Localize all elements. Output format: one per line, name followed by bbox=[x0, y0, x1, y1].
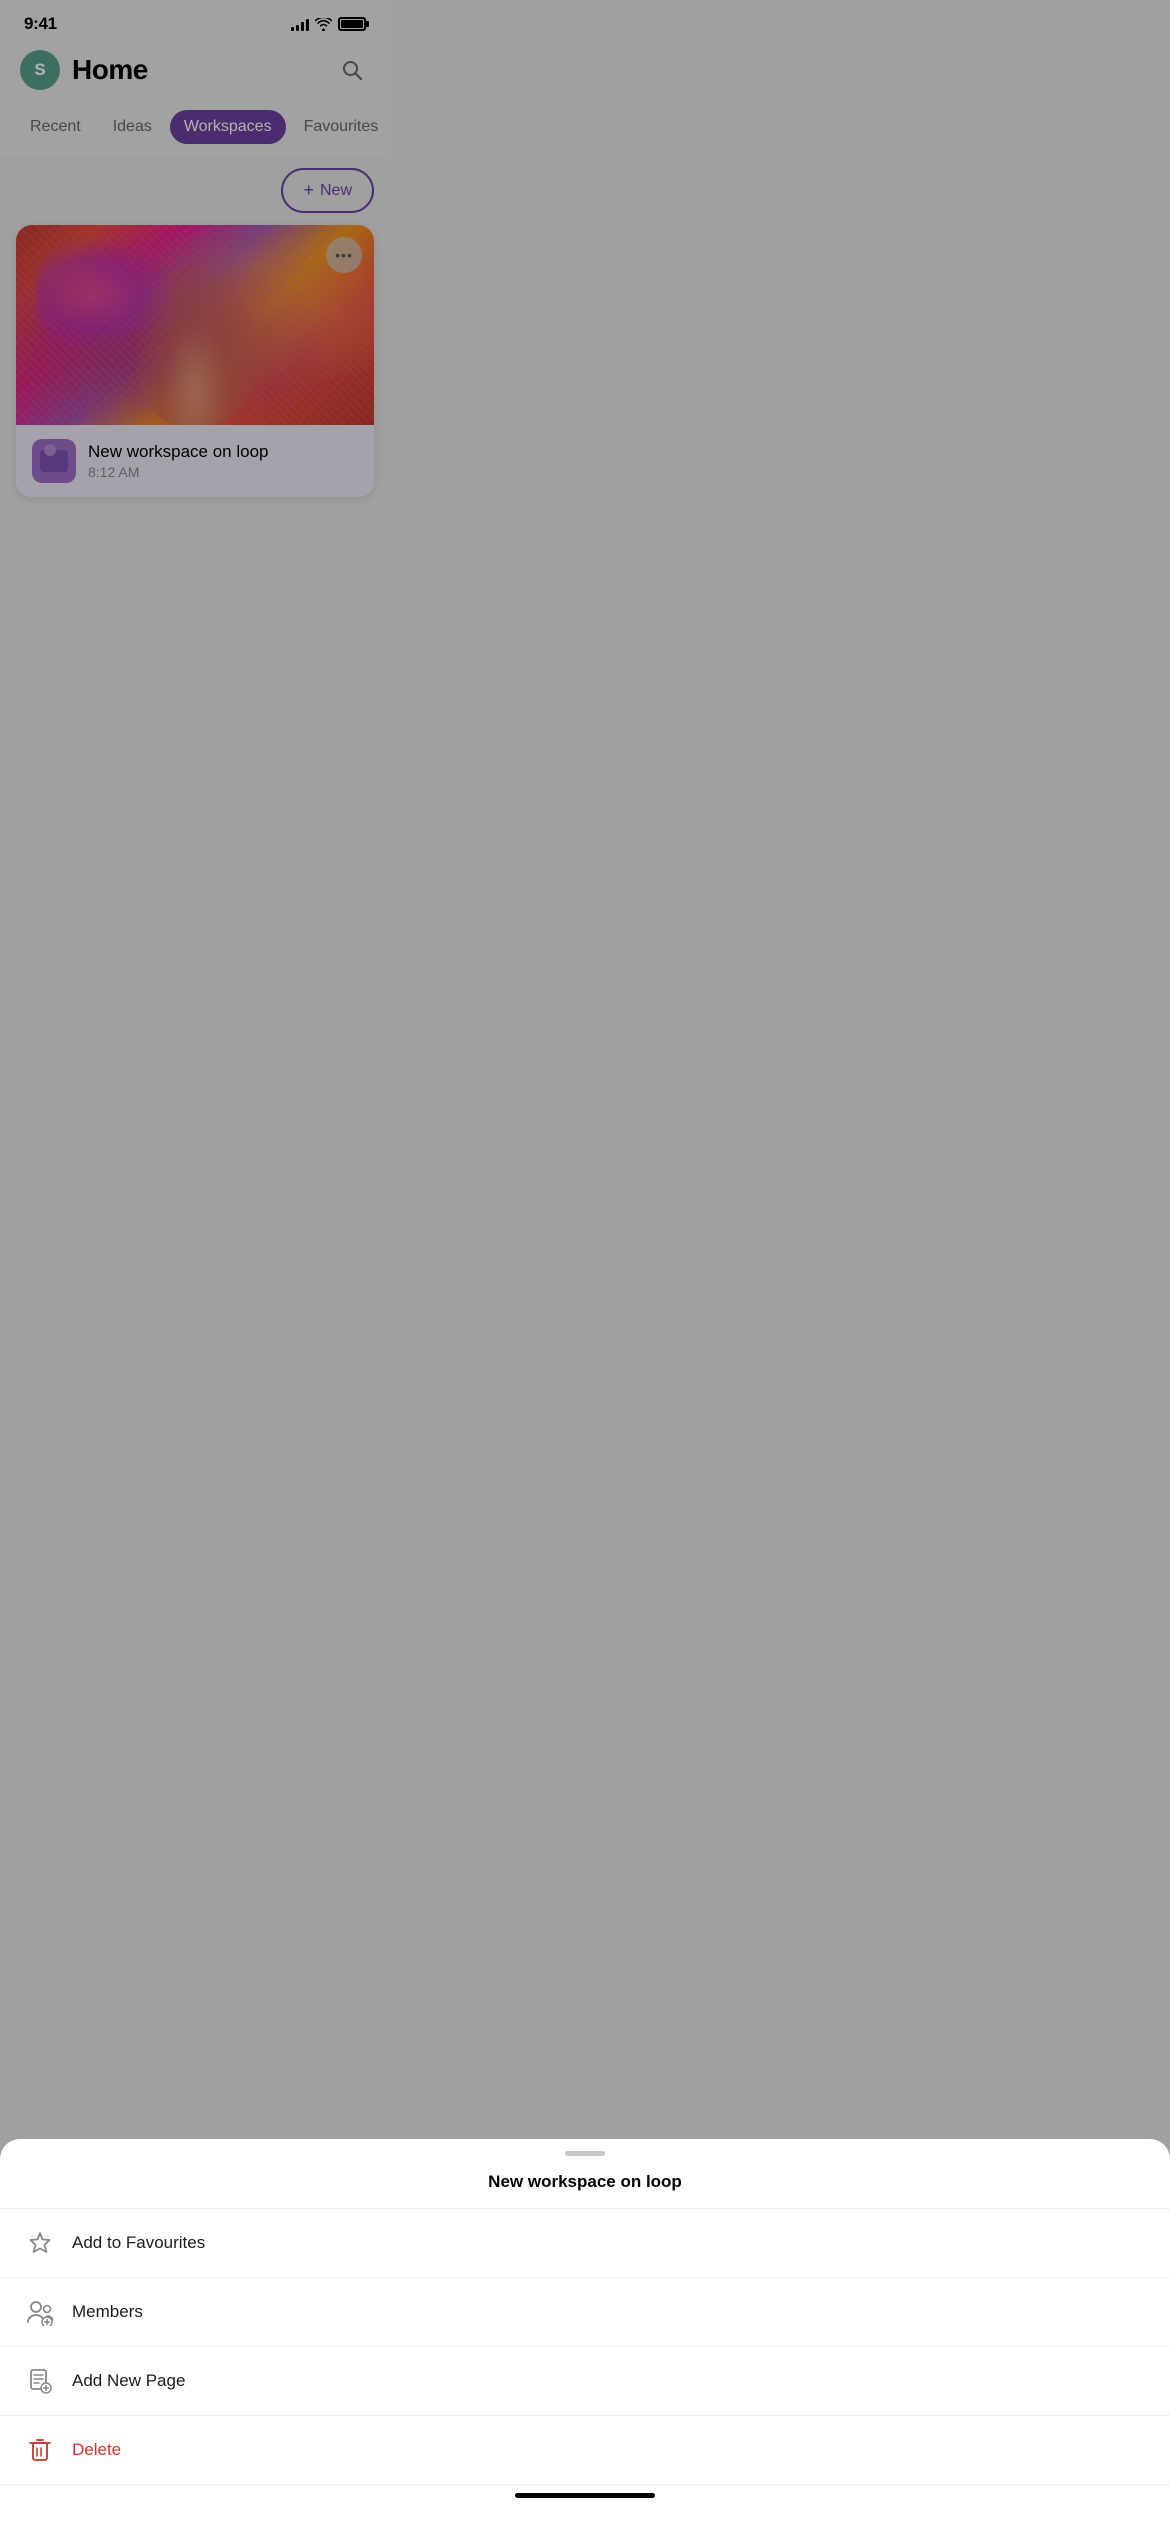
menu-item-members[interactable]: Members bbox=[0, 2278, 1170, 2347]
delete-label: Delete bbox=[72, 2440, 121, 2460]
members-icon bbox=[24, 2296, 56, 2328]
add-page-icon bbox=[24, 2365, 56, 2397]
sheet-handle bbox=[565, 2151, 605, 2156]
trash-icon bbox=[24, 2434, 56, 2466]
members-label: Members bbox=[72, 2302, 143, 2322]
favourites-label: Add to Favourites bbox=[72, 2233, 205, 2253]
bottom-sheet: New workspace on loop Add to Favourites … bbox=[0, 2139, 1170, 2532]
sheet-title: New workspace on loop bbox=[0, 2160, 1170, 2209]
menu-item-favourites[interactable]: Add to Favourites bbox=[0, 2209, 1170, 2278]
add-page-label: Add New Page bbox=[72, 2371, 185, 2391]
home-indicator bbox=[515, 2493, 655, 2498]
menu-item-delete[interactable]: Delete bbox=[0, 2416, 1170, 2485]
menu-item-add-page[interactable]: Add New Page bbox=[0, 2347, 1170, 2416]
star-icon bbox=[24, 2227, 56, 2259]
